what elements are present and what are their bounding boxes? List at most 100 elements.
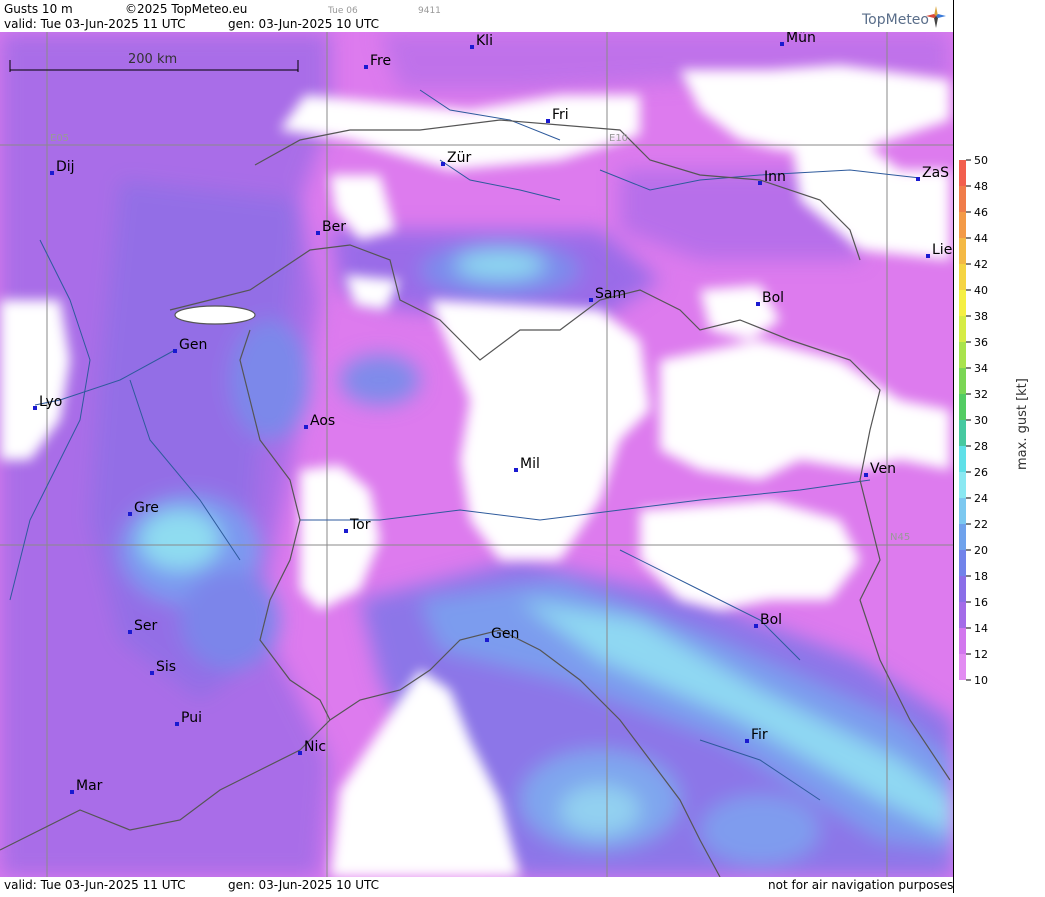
city-label: Ber: [322, 219, 346, 235]
legend-tick-label: 24: [974, 492, 988, 505]
legend-swatch: [959, 524, 966, 550]
city-label: Lie: [932, 242, 953, 258]
city-marker-icon: [33, 406, 37, 410]
legend-swatch: [959, 394, 966, 420]
city-label: Kli: [476, 33, 493, 49]
city-label: Gen: [491, 626, 520, 642]
city-marker-icon: [70, 790, 74, 794]
legend-swatch: [959, 316, 966, 342]
city-marker-icon: [304, 425, 308, 429]
legend-tick-label: 16: [974, 596, 988, 609]
city-label: Ven: [870, 461, 896, 477]
legend-swatch: [959, 290, 966, 316]
city-label: Nic: [304, 739, 327, 755]
city-label: Mil: [520, 456, 540, 472]
city-label: Tor: [350, 517, 371, 533]
legend-tick-label: 26: [974, 466, 988, 479]
legend-tick-label: 36: [974, 336, 988, 349]
city-marker-icon: [916, 177, 920, 181]
grid-label-e10: E10: [609, 133, 629, 144]
legend-swatch: [959, 238, 966, 264]
city-marker-icon: [758, 181, 762, 185]
logo-text: TopMeteo: [862, 12, 929, 28]
city-marker-icon: [485, 638, 489, 642]
legend-swatch: [959, 576, 966, 602]
legend-tick-label: 28: [974, 440, 988, 453]
city-label: Zür: [447, 150, 472, 166]
legend-swatch: [959, 342, 966, 368]
legend-swatch: [959, 212, 966, 238]
city-marker-icon: [780, 42, 784, 46]
legend-tick-label: 10: [974, 674, 988, 687]
legend-tick-label: 14: [974, 622, 988, 635]
valid-time: valid: Tue 03-Jun-2025 11 UTC: [4, 17, 186, 31]
legend-swatch: [959, 550, 966, 576]
legend-colorbar: 50 48 46 44 42 40 38 36 34 32 30 28 26 24 22 20 18 16 14 12…: [959, 154, 988, 687]
city-marker-icon: [173, 349, 177, 353]
city-marker-icon: [926, 254, 930, 258]
legend-tick-label: 38: [974, 310, 988, 323]
city-marker-icon: [546, 119, 550, 123]
city-marker-icon: [128, 630, 132, 634]
legend-title: max. gust [kt]: [1015, 378, 1030, 470]
city-marker-icon: [864, 473, 868, 477]
footer-gen-time: gen: 03-Jun-2025 10 UTC: [228, 878, 380, 892]
day-tag: Tue 06: [328, 6, 358, 16]
city-label: Fri: [552, 107, 569, 123]
legend-swatch: [959, 602, 966, 628]
legend-tick-label: 12: [974, 648, 988, 661]
city-marker-icon: [589, 298, 593, 302]
legend-swatch: [959, 472, 966, 498]
legend-tick-label: 34: [974, 362, 988, 375]
city-marker-icon: [514, 468, 518, 472]
city-marker-icon: [745, 739, 749, 743]
city-label: Sam: [595, 286, 627, 302]
city-label: Gen: [179, 337, 208, 353]
gust-legend: 50 48 46 44 42 40 38 36 34 32 30 28 26 24 22 20 18 16 14 12…: [953, 0, 1045, 893]
city-marker-icon: [470, 45, 474, 49]
city-label: Bol: [762, 290, 785, 306]
footer-valid-time: valid: Tue 03-Jun-2025 11 UTC: [4, 878, 186, 892]
city-marker-icon: [298, 751, 302, 755]
city-label: Mar: [76, 778, 103, 794]
legend-tick-label: 50: [974, 154, 988, 167]
grid-label-n45: N45: [890, 532, 911, 543]
legend-tick-label: 20: [974, 544, 988, 557]
city-label: Ser: [134, 618, 158, 634]
city-label: Dij: [56, 159, 75, 175]
city-marker-icon: [175, 722, 179, 726]
city-marker-icon: [316, 231, 320, 235]
city-marker-icon: [364, 65, 368, 69]
city-marker-icon: [50, 171, 54, 175]
legend-swatch: [959, 264, 966, 290]
city-label: Gre: [134, 500, 159, 516]
copyright: ©2025 TopMeteo.eu: [125, 2, 248, 16]
legend-swatch: [959, 654, 966, 680]
city-marker-icon: [150, 671, 154, 675]
legend-swatch: [959, 420, 966, 446]
city-label: Fir: [751, 727, 768, 743]
city-label: Lyo: [39, 394, 63, 410]
legend-tick-label: 40: [974, 284, 988, 297]
city-label: Aos: [310, 413, 336, 429]
legend-tick-label: 42: [974, 258, 988, 271]
city-marker-icon: [754, 624, 758, 628]
run-code: 9411: [418, 6, 441, 16]
city-label: Pui: [181, 710, 202, 726]
map-title: Gusts 10 m: [4, 2, 73, 16]
gust-map[interactable]: 200 km E05 E10 N45 Kli Mün Fre Fri Zür Inn ZaS…: [0, 32, 953, 877]
legend-tick-label: 32: [974, 388, 988, 401]
legend-tick-label: 22: [974, 518, 988, 531]
legend-swatch: [959, 628, 966, 654]
city-marker-icon: [756, 302, 760, 306]
legend-swatch: [959, 160, 966, 186]
legend-tick-label: 30: [974, 414, 988, 427]
city-label: Fre: [370, 53, 392, 69]
legend-tick-label: 44: [974, 232, 988, 245]
city-label: Sis: [156, 659, 177, 675]
disclaimer: not for air navigation purposes: [768, 878, 954, 892]
scale-label: 200 km: [128, 52, 178, 67]
legend-tick-label: 48: [974, 180, 988, 193]
city-marker-icon: [128, 512, 132, 516]
legend-swatch: [959, 498, 966, 524]
